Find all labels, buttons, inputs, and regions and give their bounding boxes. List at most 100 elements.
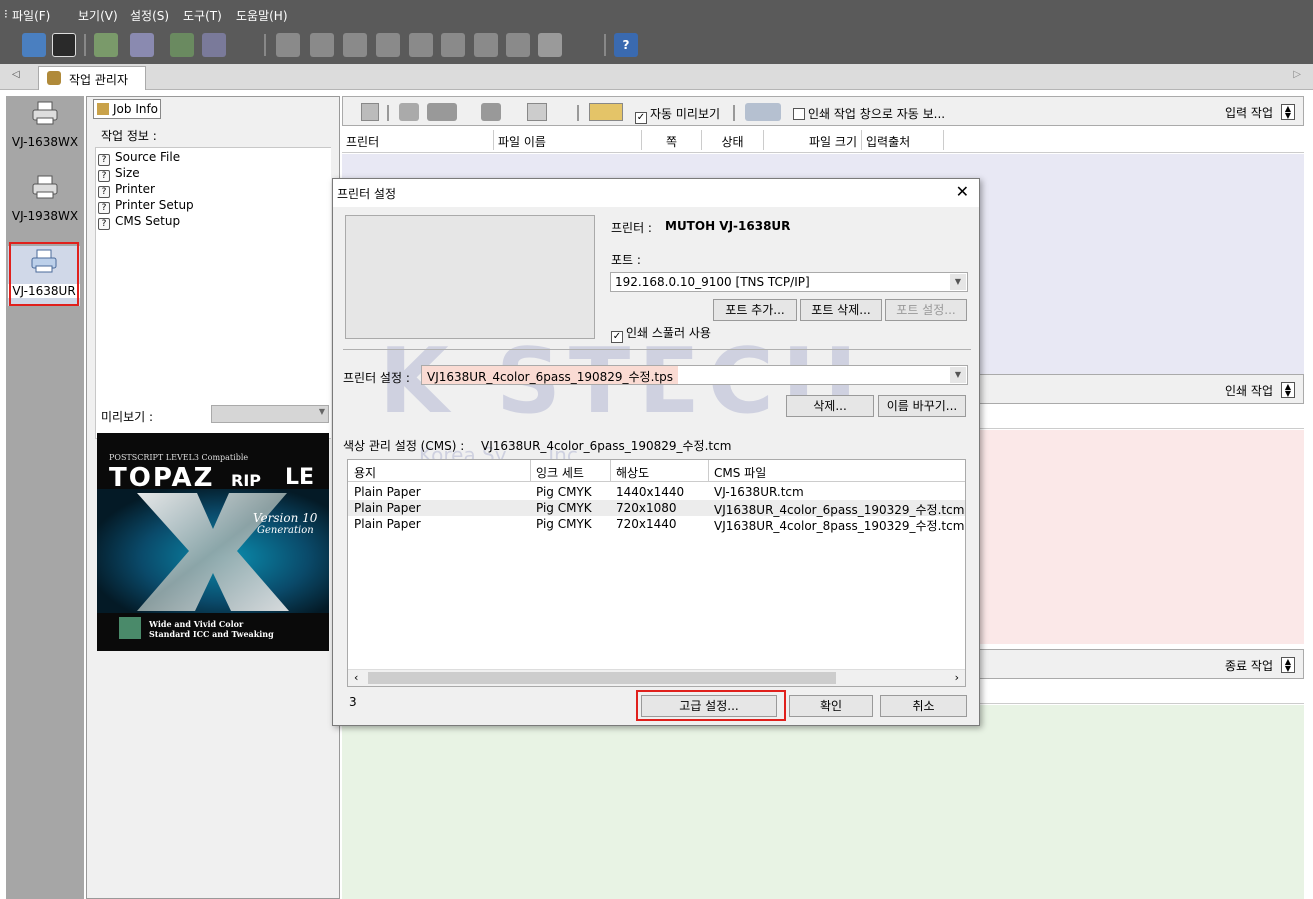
cms-value: VJ1638UR_4color_6pass_190829_수정.tcm	[481, 439, 732, 453]
tab-scroll-right-icon[interactable]: ▷	[1293, 69, 1301, 80]
column-ink-set[interactable]: 잉크 세트	[536, 464, 584, 481]
use-spooler-label: 인쇄 스풀러 사용	[626, 326, 711, 340]
queue-list-icon[interactable]	[527, 103, 547, 121]
tool-3-icon[interactable]	[343, 33, 367, 57]
tool-1-icon[interactable]	[276, 33, 300, 57]
delete-job-icon[interactable]	[481, 103, 501, 121]
menu-settings[interactable]: 설정(S)	[130, 7, 169, 24]
tree-item-cms-setup[interactable]: ? CMS Setup	[98, 214, 180, 230]
use-spooler-checkbox[interactable]: ✓ 인쇄 스풀러 사용	[611, 324, 711, 343]
horizontal-scrollbar[interactable]: ‹ ›	[348, 669, 965, 686]
printer-item-vj1938wx[interactable]: VJ-1938WX	[6, 172, 84, 234]
printer-label: 프린터 :	[611, 221, 652, 235]
cell-paper: Plain Paper	[354, 517, 421, 531]
preview-select[interactable]: ▼	[211, 405, 329, 423]
tool-4-icon[interactable]	[376, 33, 400, 57]
delete-setting-button[interactable]: 삭제...	[786, 395, 874, 417]
layout-icon[interactable]	[202, 33, 226, 57]
tree-item-printer-setup[interactable]: ? Printer Setup	[98, 198, 194, 214]
auto-send-label: 인쇄 작업 창으로 자동 보...	[808, 107, 946, 121]
preview-image-icon[interactable]	[589, 103, 623, 121]
add-port-button[interactable]: 포트 추가...	[713, 299, 797, 321]
printer-list: VJ-1638WX VJ-1938WX VJ-1638UR	[6, 96, 84, 899]
tool-5-icon[interactable]	[409, 33, 433, 57]
column-resolution[interactable]: 해상도	[616, 464, 649, 481]
job-properties-icon[interactable]	[361, 103, 379, 121]
menu-tools[interactable]: 도구(T)	[183, 7, 222, 24]
divider	[343, 349, 971, 350]
topaz-rip-logo: POSTSCRIPT LEVEL3 Compatible TOPAZ RIP L…	[97, 433, 329, 651]
tree-item-size[interactable]: ? Size	[98, 166, 140, 182]
tree-item-printer[interactable]: ? Printer	[98, 182, 155, 198]
auto-preview-label: 자동 미리보기	[650, 107, 721, 121]
tool-6-icon[interactable]	[441, 33, 465, 57]
open-folder-icon[interactable]	[22, 33, 46, 57]
auto-send-checkbox[interactable]: 인쇄 작업 창으로 자동 보...	[793, 105, 945, 122]
menu-file[interactable]: 파일(F)	[12, 7, 50, 24]
tool-8-icon[interactable]	[506, 33, 530, 57]
menu-help[interactable]: 도움말(H)	[236, 7, 288, 24]
input-jobs-toggle-icon[interactable]: ▲ ▼	[1281, 104, 1295, 120]
cms-row[interactable]: Plain Paper Pig CMYK 720x1440 VJ1638UR_4…	[348, 516, 965, 533]
scroll-left-icon[interactable]: ‹	[354, 671, 358, 684]
printer-name: MUTOH VJ-1638UR	[665, 219, 791, 233]
cms-row[interactable]: Plain Paper Pig CMYK 1440x1440 VJ-1638UR…	[348, 484, 965, 500]
column-status[interactable]: 상태	[702, 130, 764, 150]
auto-preview-checkbox[interactable]: ✓ 자동 미리보기	[635, 105, 720, 124]
scrollbar-thumb[interactable]	[368, 672, 836, 684]
toolbar-separator	[604, 34, 606, 56]
cell-ink-set: Pig CMYK	[536, 485, 592, 499]
column-file-size[interactable]: 파일 크기	[764, 130, 862, 150]
tab-job-manager[interactable]: 작업 관리자	[38, 66, 146, 90]
cms-label: 색상 관리 설정 (CMS) :	[343, 439, 465, 453]
tab-scroll-left-icon[interactable]: ◁	[12, 69, 20, 80]
question-icon: ?	[98, 154, 110, 166]
color-settings-icon[interactable]	[130, 33, 154, 57]
port-settings-button[interactable]: 포트 설정...	[885, 299, 967, 321]
done-jobs-list[interactable]	[342, 705, 1304, 899]
column-printer[interactable]: 프린터	[342, 130, 494, 150]
question-icon: ?	[98, 170, 110, 182]
edit-icon[interactable]	[170, 33, 194, 57]
dialog-titlebar: 프린터 설정 ✕	[333, 179, 979, 207]
scroll-right-icon[interactable]: ›	[955, 671, 959, 684]
question-icon: ?	[98, 186, 110, 198]
tool-2-icon[interactable]	[310, 33, 334, 57]
printer-setting-select[interactable]: VJ1638UR_4color_6pass_190829_수정.tps ▼	[421, 365, 968, 385]
column-paper[interactable]: 용지	[354, 464, 376, 481]
toolbar-separator	[264, 34, 266, 56]
printer-item-vj1638wx[interactable]: VJ-1638WX	[6, 98, 84, 160]
menu-view[interactable]: 보기(V)	[78, 7, 118, 24]
help-icon[interactable]: ?	[614, 33, 638, 57]
print-jobs-toggle-icon[interactable]: ▲ ▼	[1281, 382, 1295, 398]
done-jobs-toggle-icon[interactable]: ▲ ▼	[1281, 657, 1295, 673]
printer-settings-dialog: 프린터 설정 ✕ K STECH Korea Sy... ...Inc 프린터 …	[332, 178, 980, 726]
checkbox-checked-icon: ✓	[611, 331, 623, 343]
job-info-tab[interactable]: Job Info	[93, 99, 161, 119]
job-settings-icon[interactable]	[94, 33, 118, 57]
column-source[interactable]: 입력출처	[862, 130, 944, 150]
save-icon[interactable]	[52, 33, 76, 57]
close-icon[interactable]: ✕	[956, 182, 969, 201]
cms-row[interactable]: Plain Paper Pig CMYK 720x1080 VJ1638UR_4…	[348, 500, 965, 517]
column-page[interactable]: 쪽	[642, 130, 702, 150]
toolbar-separator	[733, 105, 735, 121]
cell-resolution: 720x1080	[616, 501, 677, 515]
ok-button[interactable]: 확인	[789, 695, 873, 717]
cancel-button[interactable]: 취소	[880, 695, 967, 717]
column-file-name[interactable]: 파일 이름	[494, 130, 642, 150]
done-jobs-title: 종료 작업	[1225, 659, 1273, 673]
printer-setting-value: VJ1638UR_4color_6pass_190829_수정.tps	[427, 370, 673, 384]
port-select[interactable]: 192.168.0.10_9100 [TNS TCP/IP] ▼	[610, 272, 968, 292]
cell-ink-set: Pig CMYK	[536, 501, 592, 515]
chevron-down-icon: ▼	[950, 367, 966, 383]
send-to-print-icon[interactable]	[745, 103, 781, 121]
tool-7-icon[interactable]	[474, 33, 498, 57]
move-job-icon[interactable]	[427, 103, 457, 121]
rename-setting-button[interactable]: 이름 바꾸기...	[878, 395, 966, 417]
print-job-icon[interactable]	[399, 103, 419, 121]
tool-9-icon[interactable]	[538, 33, 562, 57]
tree-item-source-file[interactable]: ? Source File	[98, 150, 180, 166]
delete-port-button[interactable]: 포트 삭제...	[800, 299, 882, 321]
column-cms-file[interactable]: CMS 파일	[714, 464, 766, 481]
